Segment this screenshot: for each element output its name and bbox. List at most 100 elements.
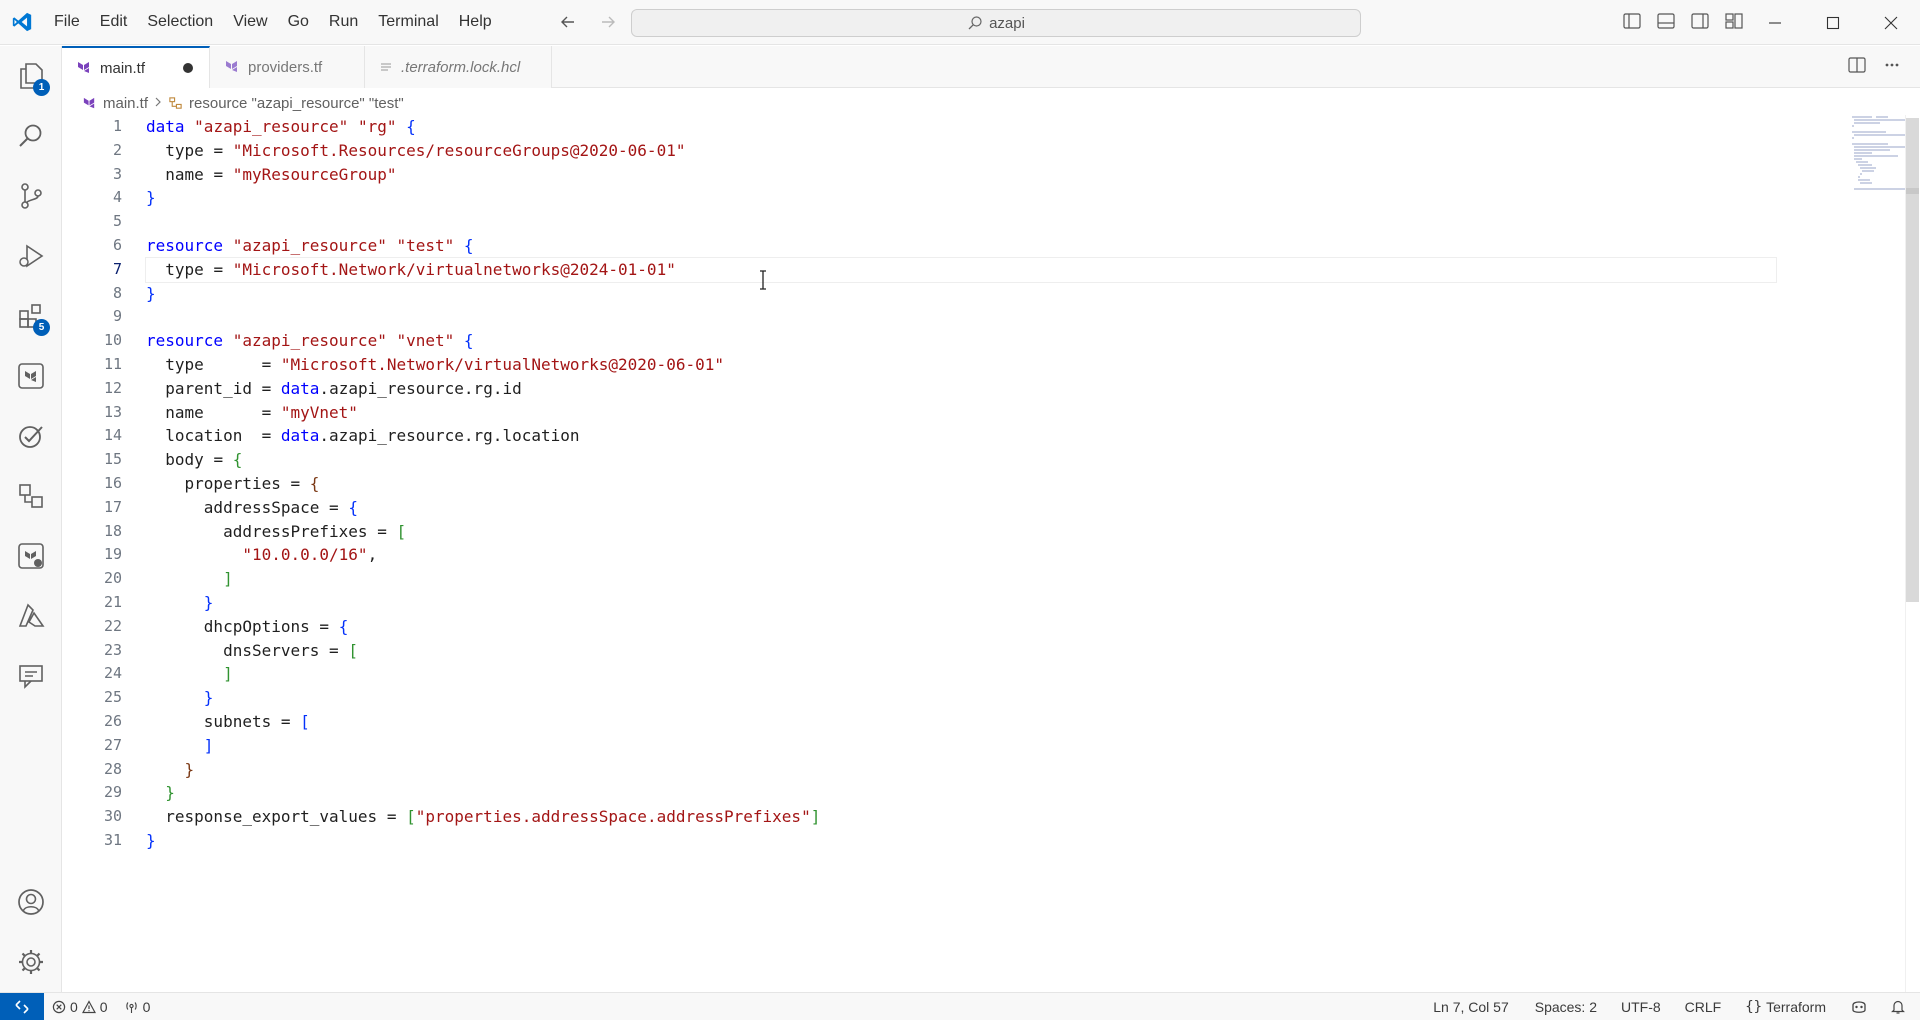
- eol-status[interactable]: CRLF: [1673, 993, 1734, 1020]
- indentation-status[interactable]: Spaces: 2: [1523, 993, 1609, 1020]
- menu-help[interactable]: Help: [449, 7, 502, 37]
- command-center-search[interactable]: azapi: [631, 9, 1361, 37]
- source-control-button[interactable]: [0, 166, 62, 226]
- code-editor[interactable]: 1 2 3 4 5 6 7 8 9 10 11 12 13 14 15 16 1…: [62, 115, 1920, 992]
- code-line[interactable]: subnets = [: [146, 710, 1836, 734]
- line-number: 19: [103, 545, 122, 564]
- tab-terraform-lock-hcl[interactable]: .terraform.lock.hcl: [365, 46, 552, 88]
- azure-button[interactable]: [0, 586, 62, 646]
- explorer-badge: 1: [33, 79, 50, 96]
- menu-run[interactable]: Run: [319, 7, 368, 37]
- breadcrumb-symbol[interactable]: resource "azapi_resource" "test": [189, 95, 404, 112]
- split-editor-icon[interactable]: [1848, 56, 1866, 78]
- code-line[interactable]: type = "Microsoft.Resources/resourceGrou…: [146, 139, 1836, 163]
- line-number: 8: [112, 283, 122, 302]
- remote-indicator-button[interactable]: [0, 992, 44, 1020]
- error-icon: [52, 1000, 66, 1013]
- activity-bar: 1 5: [0, 46, 62, 992]
- more-actions-icon[interactable]: [1884, 57, 1900, 78]
- search-view-button[interactable]: [0, 106, 62, 166]
- ports-status[interactable]: 0: [116, 993, 159, 1020]
- comments-button[interactable]: [0, 646, 62, 706]
- code-line[interactable]: ]: [146, 662, 1836, 686]
- maximize-icon[interactable]: [1804, 0, 1862, 45]
- toggle-panel-icon[interactable]: [1656, 10, 1676, 32]
- breadcrumb-file[interactable]: main.tf: [103, 95, 148, 112]
- code-line[interactable]: name = "myResourceGroup": [146, 163, 1836, 187]
- encoding-status[interactable]: UTF-8: [1609, 993, 1673, 1020]
- code-line[interactable]: resource "azapi_resource" "test" {: [146, 234, 1836, 258]
- close-icon[interactable]: [1862, 0, 1920, 45]
- line-number: 17: [103, 497, 122, 516]
- code-line[interactable]: ]: [146, 734, 1836, 758]
- code-line[interactable]: [146, 305, 1836, 329]
- code-line[interactable]: dhcpOptions = {: [146, 615, 1836, 639]
- line-number: 14: [103, 426, 122, 445]
- menu-file[interactable]: File: [44, 7, 90, 37]
- code-line[interactable]: type = "Microsoft.Network/virtualNetwork…: [146, 353, 1836, 377]
- forward-arrow-icon[interactable]: [596, 10, 620, 34]
- notifications-bell-icon[interactable]: [1880, 993, 1920, 1020]
- menu-view[interactable]: View: [223, 7, 277, 37]
- code-line[interactable]: ]: [146, 567, 1836, 591]
- terraform-icon: [18, 363, 44, 389]
- terraform-button[interactable]: [0, 346, 62, 406]
- back-arrow-icon[interactable]: [556, 10, 580, 34]
- code-line[interactable]: location = data.azapi_resource.rg.locati…: [146, 424, 1836, 448]
- cursor-position[interactable]: Ln 7, Col 57: [1419, 993, 1523, 1020]
- language-mode-status[interactable]: {} Terraform: [1733, 993, 1838, 1020]
- code-line[interactable]: }: [146, 686, 1836, 710]
- code-line[interactable]: }: [146, 591, 1836, 615]
- line-number: 5: [112, 212, 122, 231]
- code-line[interactable]: body = {: [146, 448, 1836, 472]
- menu-edit[interactable]: Edit: [90, 7, 138, 37]
- line-number: 30: [103, 807, 122, 826]
- code-line[interactable]: }: [146, 282, 1836, 306]
- code-line[interactable]: }: [146, 186, 1836, 210]
- terraform-cloud-button[interactable]: [0, 526, 62, 586]
- code-line[interactable]: name = "myVnet": [146, 401, 1836, 425]
- accounts-button[interactable]: [0, 872, 62, 932]
- explorer-button[interactable]: 1: [0, 46, 62, 106]
- customize-layout-icon[interactable]: [1724, 10, 1744, 32]
- toggle-primary-sidebar-icon[interactable]: [1622, 10, 1642, 32]
- line-number-current: 7: [112, 259, 122, 278]
- unsaved-dot-icon[interactable]: [183, 63, 194, 73]
- code-line[interactable]: }: [146, 829, 1836, 853]
- terraform-file-icon: [78, 62, 89, 73]
- code-line[interactable]: parent_id = data.azapi_resource.rg.id: [146, 377, 1836, 401]
- tab-providers-tf[interactable]: providers.tf: [210, 46, 365, 88]
- manage-button[interactable]: [0, 932, 62, 992]
- menu-selection[interactable]: Selection: [137, 7, 223, 37]
- code-line[interactable]: "10.0.0.0/16",: [146, 543, 1836, 567]
- extensions-badge: 5: [33, 319, 50, 336]
- menu-bar: File Edit Selection View Go Run Terminal…: [44, 0, 502, 45]
- code-line[interactable]: resource "azapi_resource" "vnet" {: [146, 329, 1836, 353]
- code-line[interactable]: properties = {: [146, 472, 1836, 496]
- tab-main-tf[interactable]: main.tf: [62, 46, 210, 88]
- code-line[interactable]: }: [146, 758, 1836, 782]
- code-line-current[interactable]: type = "Microsoft.Network/virtualnetwork…: [145, 256, 1777, 283]
- code-line[interactable]: addressPrefixes = [: [146, 520, 1836, 544]
- remote-explorer-button[interactable]: [0, 466, 62, 526]
- warning-count: 0: [99, 998, 108, 1015]
- braces-icon: {}: [1745, 999, 1763, 1015]
- copilot-status-icon[interactable]: [1838, 993, 1880, 1020]
- line-number: 16: [103, 473, 122, 492]
- menu-terminal[interactable]: Terminal: [368, 7, 448, 37]
- code-line[interactable]: addressSpace = {: [146, 496, 1836, 520]
- code-line[interactable]: dnsServers = [: [146, 639, 1836, 663]
- testing-button[interactable]: [0, 406, 62, 466]
- minimize-icon[interactable]: [1746, 0, 1804, 45]
- problems-status[interactable]: 0 0: [44, 993, 116, 1020]
- run-debug-button[interactable]: [0, 226, 62, 286]
- code-line[interactable]: }: [146, 781, 1836, 805]
- account-icon: [18, 889, 44, 915]
- code-line[interactable]: [146, 210, 1836, 234]
- menu-go[interactable]: Go: [278, 7, 319, 37]
- toggle-secondary-sidebar-icon[interactable]: [1690, 10, 1710, 32]
- extensions-button[interactable]: 5: [0, 286, 62, 346]
- code-line[interactable]: response_export_values = ["properties.ad…: [146, 805, 1836, 829]
- code-line[interactable]: data "azapi_resource" "rg" {: [146, 115, 1836, 139]
- code-area[interactable]: data "azapi_resource" "rg" { type = "Mic…: [145, 115, 1836, 853]
